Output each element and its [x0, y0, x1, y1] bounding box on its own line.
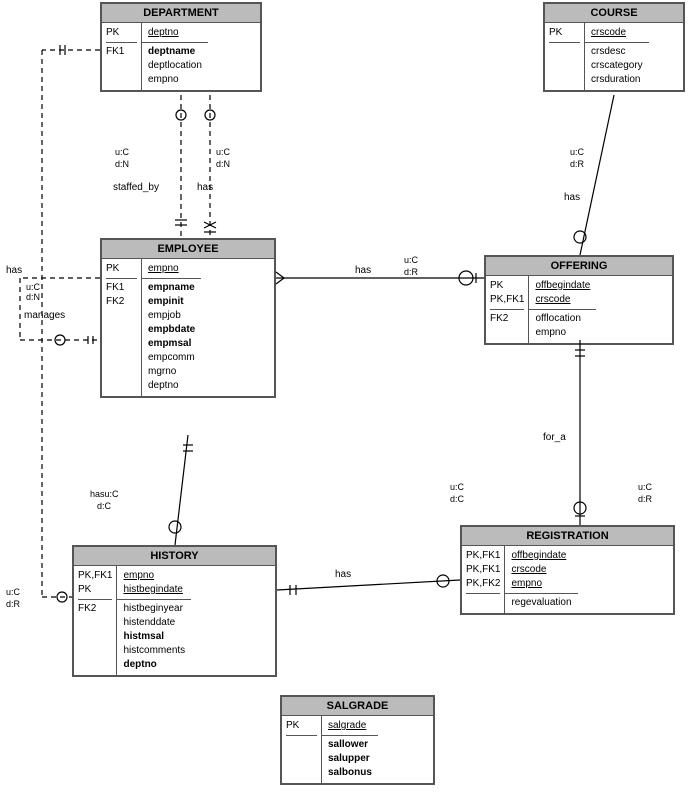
svg-text:u:C: u:C	[638, 482, 653, 492]
offering-attrs: offbegindate crscode offlocation empno	[529, 276, 596, 343]
department-title: DEPARTMENT	[102, 4, 260, 23]
svg-text:u:C: u:C	[26, 282, 41, 292]
salgrade-title: SALGRADE	[282, 697, 433, 716]
course-title: COURSE	[545, 4, 683, 23]
svg-text:u:C: u:C	[216, 147, 231, 157]
history-title: HISTORY	[74, 547, 275, 566]
history-keys: PK,FK1 PK FK2	[74, 566, 117, 675]
registration-attrs: offbegindate crscode empno regevaluation	[505, 546, 577, 613]
svg-text:manages: manages	[24, 310, 65, 321]
salgrade-entity: SALGRADE PK salgrade sallower salupper s…	[280, 695, 435, 785]
registration-title: REGISTRATION	[462, 527, 673, 546]
salgrade-keys: PK	[282, 716, 322, 783]
employee-keys: PK FK1 FK2	[102, 259, 142, 396]
employee-attrs: empno empname empinit empjob empbdate em…	[142, 259, 201, 396]
registration-entity: REGISTRATION PK,FK1 PK,FK1 PK,FK2 offbeg…	[460, 525, 675, 615]
svg-text:d:N: d:N	[26, 292, 40, 302]
department-attrs: deptno deptname deptlocation empno	[142, 23, 208, 90]
course-entity: COURSE PK crscode crsdesc crscategory cr…	[543, 2, 685, 92]
department-entity: DEPARTMENT PK FK1 deptno deptname deptlo…	[100, 2, 262, 92]
svg-text:d:C: d:C	[97, 501, 112, 511]
history-attrs: empno histbegindate histbeginyear histen…	[117, 566, 191, 675]
offering-keys: PK PK,FK1 FK2	[486, 276, 529, 343]
svg-text:has: has	[197, 182, 213, 193]
department-keys: PK FK1	[102, 23, 142, 90]
svg-text:d:C: d:C	[450, 494, 465, 504]
svg-text:u:C: u:C	[570, 147, 585, 157]
course-attrs: crscode crsdesc crscategory crsduration	[585, 23, 649, 90]
employee-title: EMPLOYEE	[102, 240, 274, 259]
svg-text:d:N: d:N	[115, 159, 129, 169]
history-entity: HISTORY PK,FK1 PK FK2 empno histbegindat…	[72, 545, 277, 677]
svg-text:u:C: u:C	[450, 482, 465, 492]
svg-text:d:R: d:R	[570, 159, 585, 169]
svg-text:d:R: d:R	[6, 599, 21, 609]
course-keys: PK	[545, 23, 585, 90]
svg-text:u:C: u:C	[404, 255, 419, 265]
svg-text:staffed_by: staffed_by	[113, 182, 159, 193]
diagram-container: COURSE PK crscode crsdesc crscategory cr…	[0, 0, 690, 803]
svg-text:hasu:C: hasu:C	[90, 489, 119, 499]
svg-text:has: has	[6, 265, 22, 276]
employee-entity: EMPLOYEE PK FK1 FK2 empno empname empini…	[100, 238, 276, 398]
svg-text:u:C: u:C	[6, 587, 21, 597]
svg-text:d:R: d:R	[638, 494, 653, 504]
svg-text:has: has	[355, 265, 371, 276]
svg-text:for_a: for_a	[543, 432, 566, 443]
offering-title: OFFERING	[486, 257, 672, 276]
svg-text:u:C: u:C	[115, 147, 130, 157]
offering-entity: OFFERING PK PK,FK1 FK2 offbegindate crsc…	[484, 255, 674, 345]
salgrade-attrs: salgrade sallower salupper salbonus	[322, 716, 378, 783]
svg-text:has: has	[564, 192, 580, 203]
svg-text:has: has	[335, 569, 351, 580]
registration-keys: PK,FK1 PK,FK1 PK,FK2	[462, 546, 505, 613]
relationship-lines: staffed_by has u:C d:N u:C d:N has manag…	[0, 0, 690, 803]
svg-text:d:R: d:R	[404, 267, 419, 277]
svg-text:d:N: d:N	[216, 159, 230, 169]
